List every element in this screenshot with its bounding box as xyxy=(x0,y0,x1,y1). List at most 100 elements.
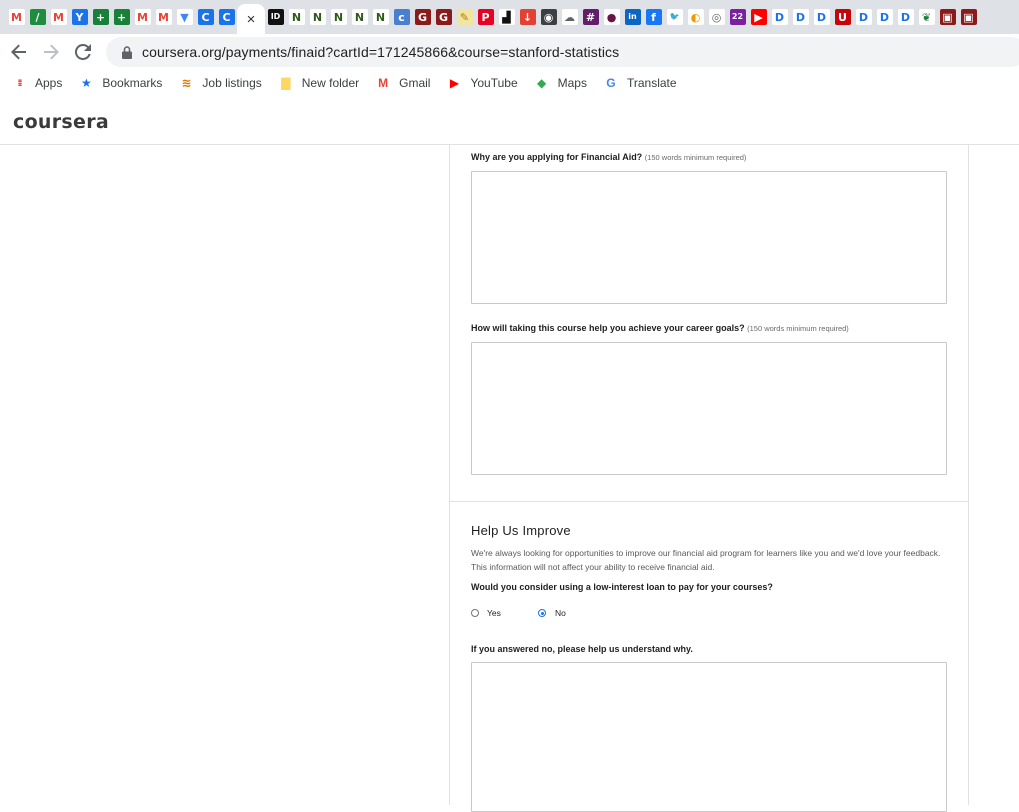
browser-tab[interactable]: M xyxy=(6,0,27,34)
browser-tab[interactable]: ▣ xyxy=(958,0,979,34)
c-circle-icon: C xyxy=(197,9,214,25)
close-tab-icon[interactable]: × xyxy=(247,11,256,28)
browser-tab[interactable]: ↓ xyxy=(517,0,538,34)
bookmarks-bar: ⁞⁞⁞ Apps ★ Bookmarks ≋ Job listings ▇ New folde… xyxy=(0,70,1019,96)
browser-tab[interactable]: ◉ xyxy=(538,0,559,34)
browser-tab[interactable]: N xyxy=(370,0,391,34)
browser-tab[interactable]: D xyxy=(895,0,916,34)
browser-tab[interactable]: N xyxy=(286,0,307,34)
bookmark-youtube[interactable]: ▶ YouTube xyxy=(446,75,518,91)
browser-tab[interactable]: ▟ xyxy=(496,0,517,34)
q1-textarea[interactable] xyxy=(471,171,947,304)
n-icon: N xyxy=(372,9,389,25)
coursera-logo[interactable]: coursera xyxy=(13,111,109,133)
browser-tab[interactable]: + xyxy=(111,0,132,34)
arrow-right-icon xyxy=(44,44,59,60)
c-circle-icon: c xyxy=(393,9,410,25)
bookmark-label: Apps xyxy=(35,76,63,90)
browser-tab[interactable]: ◐ xyxy=(685,0,706,34)
bookmark-bookmarks[interactable]: ★ Bookmarks xyxy=(78,75,162,91)
reload-icon xyxy=(75,44,91,60)
browser-tab[interactable]: Y xyxy=(69,0,90,34)
d-icon: D xyxy=(813,9,830,25)
browser-tab[interactable]: ☁ xyxy=(559,0,580,34)
browser-tab[interactable]: ❦ xyxy=(916,0,937,34)
plus-green-icon: + xyxy=(92,9,109,25)
square-red-icon: ▣ xyxy=(939,9,956,25)
url-text: coursera.org/payments/finaid?cartId=1712… xyxy=(142,44,620,60)
browser-tab[interactable]: ▼ xyxy=(174,0,195,34)
browser-tab[interactable]: ID xyxy=(265,0,286,34)
browser-tab[interactable]: G xyxy=(412,0,433,34)
globe-icon: ◎ xyxy=(708,9,725,25)
apps-grid-icon: ⁞⁞⁞ xyxy=(17,78,23,88)
maps-icon: ◆ xyxy=(537,76,547,90)
badge-22-icon: 22 xyxy=(729,9,746,25)
address-bar[interactable]: coursera.org/payments/finaid?cartId=1712… xyxy=(106,37,1019,67)
n-icon: N xyxy=(288,9,305,25)
bookmark-label: Translate xyxy=(626,76,677,90)
browser-tab[interactable]: c xyxy=(391,0,412,34)
back-button[interactable] xyxy=(3,36,35,68)
browser-tab[interactable]: 22 xyxy=(727,0,748,34)
radio-yes[interactable] xyxy=(471,609,479,617)
browser-tab[interactable]: ✎ xyxy=(454,0,475,34)
q2-textarea[interactable] xyxy=(471,342,947,475)
browser-tab[interactable]: C xyxy=(216,0,237,34)
browser-tab[interactable]: U xyxy=(832,0,853,34)
browser-tab[interactable]: + xyxy=(90,0,111,34)
browser-tab[interactable]: D xyxy=(853,0,874,34)
browser-tab[interactable]: M xyxy=(132,0,153,34)
plus-green-icon: + xyxy=(113,9,130,25)
browser-tab[interactable]: ◎ xyxy=(706,0,727,34)
browser-tab[interactable]: M xyxy=(153,0,174,34)
active-tab[interactable]: × xyxy=(237,4,265,34)
forward-button[interactable] xyxy=(35,36,67,68)
browser-tab[interactable]: # xyxy=(580,0,601,34)
bookmark-translate[interactable]: G Translate xyxy=(603,75,677,91)
browser-tab[interactable]: M xyxy=(48,0,69,34)
browser-tab[interactable]: D xyxy=(874,0,895,34)
browser-tab[interactable]: D xyxy=(790,0,811,34)
browser-tab[interactable]: ● xyxy=(601,0,622,34)
radio-option-yes[interactable]: Yes xyxy=(471,608,538,618)
browser-tab[interactable]: G xyxy=(433,0,454,34)
browser-tab[interactable]: / xyxy=(27,0,48,34)
id-icon: ID xyxy=(267,9,284,25)
c-circle-icon: C xyxy=(218,9,235,25)
d-icon: D xyxy=(897,9,914,25)
browser-tab[interactable]: f xyxy=(643,0,664,34)
why-textarea[interactable] xyxy=(471,662,947,812)
d-icon: D xyxy=(876,9,893,25)
star-icon: ★ xyxy=(80,76,92,90)
download-icon: ↓ xyxy=(519,9,536,25)
browser-tab[interactable]: D xyxy=(811,0,832,34)
browser-tab[interactable]: ▶ xyxy=(748,0,769,34)
radio-option-no[interactable]: No xyxy=(538,608,566,618)
financial-aid-form: Why are you applying for Financial Aid? … xyxy=(449,145,969,812)
q1-label: Why are you applying for Financial Aid? … xyxy=(471,152,746,162)
bookmark-maps[interactable]: ◆ Maps xyxy=(534,75,587,91)
browser-tab[interactable]: ▣ xyxy=(937,0,958,34)
radio-no[interactable] xyxy=(538,609,546,617)
bookmark-apps[interactable]: ⁞⁞⁞ Apps xyxy=(11,75,63,91)
bookmark-gmail[interactable]: M Gmail xyxy=(375,75,430,91)
robot-icon: ◉ xyxy=(540,9,557,25)
bookmark-new-folder[interactable]: ▇ New folder xyxy=(278,75,359,91)
site-header: coursera xyxy=(0,102,1019,145)
browser-tab[interactable]: N xyxy=(349,0,370,34)
reload-button[interactable] xyxy=(67,36,99,68)
browser-tab[interactable]: C xyxy=(195,0,216,34)
d-icon: D xyxy=(771,9,788,25)
browser-tab[interactable]: D xyxy=(769,0,790,34)
gmail-icon: M xyxy=(378,76,389,90)
help-improve-title: Help Us Improve xyxy=(471,523,571,538)
bookmark-job-listings[interactable]: ≋ Job listings xyxy=(178,75,261,91)
browser-tab[interactable]: N xyxy=(307,0,328,34)
browser-tab[interactable]: N xyxy=(328,0,349,34)
browser-tab[interactable]: in xyxy=(622,0,643,34)
slack-icon: # xyxy=(582,9,599,25)
shield-icon: ▼ xyxy=(176,9,193,25)
browser-tab[interactable]: P xyxy=(475,0,496,34)
browser-tab[interactable]: 🐦 xyxy=(664,0,685,34)
